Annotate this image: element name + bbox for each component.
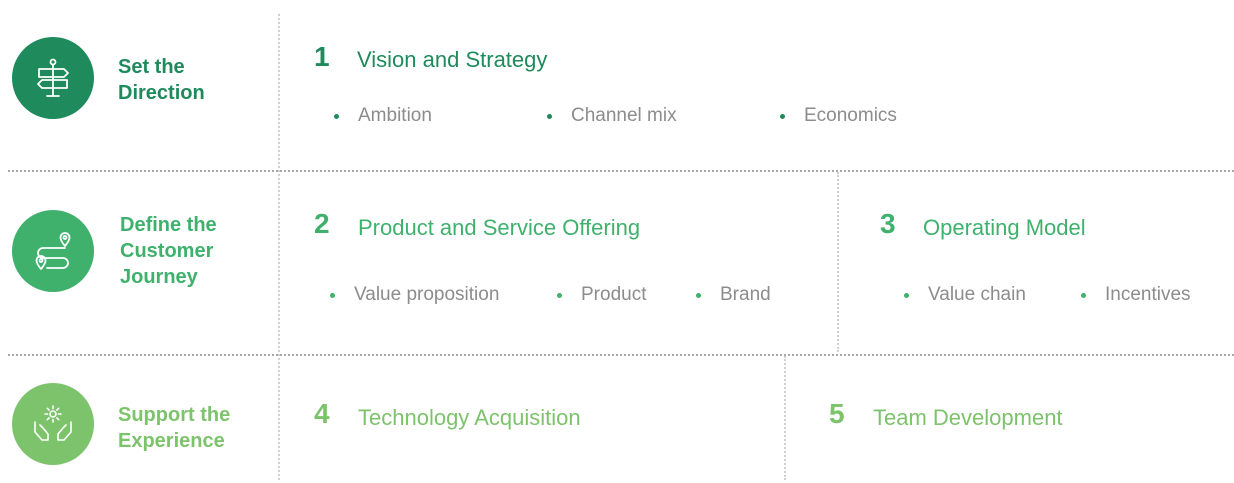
row-2-label: Define the Customer Journey: [120, 214, 217, 288]
row-2-icon-circle: [12, 210, 94, 292]
signpost-icon: [37, 58, 69, 97]
section-1-bullet-1: Ambition: [334, 103, 432, 129]
bullet-dot: [1081, 293, 1086, 298]
row-divider-1: [8, 170, 1234, 172]
section-2-bullet-3: Brand: [696, 282, 771, 308]
hands-gear-icon: [34, 405, 72, 441]
bullet-dot: [780, 114, 785, 119]
row-1-label: Set the Direction: [118, 56, 205, 104]
bullet-dot: [557, 293, 562, 298]
section-3-bullet-2: Incentives: [1081, 282, 1191, 308]
label-column-divider: [278, 14, 280, 480]
row-1-icon-circle: [12, 37, 94, 119]
section-1-bullet-3: Economics: [780, 103, 897, 129]
section-5-title: Team Development: [873, 405, 1063, 430]
section-5-number: 5: [829, 398, 845, 429]
section-3-number: 3: [880, 208, 896, 239]
section-1-bullet-2: Channel mix: [547, 103, 677, 129]
row-3-label: Support the Experience: [118, 404, 231, 452]
section-2-bullet-1: Value proposition: [330, 282, 499, 308]
section-3-bullet-1: Value chain: [904, 282, 1026, 308]
section-3-title: Operating Model: [923, 215, 1086, 240]
section-4-number: 4: [314, 398, 330, 429]
section-2-number: 2: [314, 208, 330, 239]
section-2-bullet-2: Product: [557, 282, 646, 308]
row2-column-divider: [837, 172, 839, 352]
bullet-dot: [904, 293, 909, 298]
bullet-dot: [696, 293, 701, 298]
route-pins-icon: [35, 232, 71, 270]
section-4-title: Technology Acquisition: [358, 405, 581, 430]
bullet-dot: [330, 293, 335, 298]
row-3-icon-circle: [12, 383, 94, 465]
row3-column-divider: [784, 356, 786, 480]
section-2-title: Product and Service Offering: [358, 215, 641, 240]
row-divider-2: [8, 354, 1234, 356]
bullet-dot: [547, 114, 552, 119]
bullet-dot: [334, 114, 339, 119]
section-1-title: Vision and Strategy: [357, 47, 548, 72]
section-1-number: 1: [314, 41, 330, 72]
